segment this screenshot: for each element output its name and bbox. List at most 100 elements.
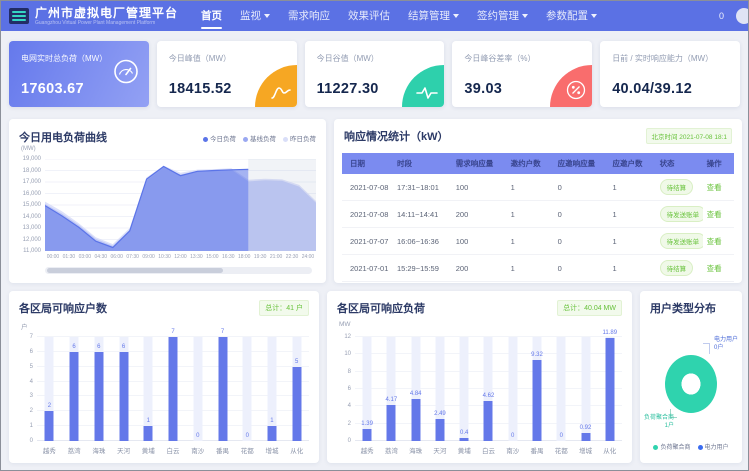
y-tick-label: 18,000 xyxy=(23,168,41,174)
kpi-card-peak-valley-rate: 今日峰谷差率（%） 39.03 xyxy=(452,41,592,107)
user-type-donut[interactable] xyxy=(665,355,717,413)
bar-value-label: 4.17 xyxy=(386,397,398,403)
kpi-card-total-load: 电网实时总负荷（MW） 17603.67 xyxy=(9,41,149,107)
cell-response: 0 xyxy=(554,255,609,282)
percent-icon xyxy=(550,65,592,107)
cell-invited: 1 xyxy=(507,174,554,201)
table-row: 2021-07-0115:29~15:59200101待结算查看 xyxy=(342,255,734,282)
bar-column-9: 1 xyxy=(260,337,285,441)
y-tick-label: 4 xyxy=(30,379,33,385)
pulse-icon xyxy=(402,65,444,107)
column-header: 需求响应量 xyxy=(452,153,507,174)
x-tick-label: 16:30 xyxy=(220,254,236,260)
nav-item-6[interactable]: 参数配置 xyxy=(537,1,606,31)
total-badge: 总计：41 户 xyxy=(259,300,309,316)
bar-column-1: 6 xyxy=(62,337,87,441)
cell-responders: 1 xyxy=(609,201,656,228)
category-label: 番禺 xyxy=(210,445,235,455)
y-tick-label: 1 xyxy=(30,423,33,429)
column-header: 操作 xyxy=(703,153,734,174)
datazoom-slider[interactable] xyxy=(45,267,312,274)
slice-count: 1户 xyxy=(665,423,674,429)
category-label: 白云 xyxy=(476,445,500,455)
y-axis-unit: MW xyxy=(339,321,351,328)
donut-legend-item-0[interactable]: 负荷聚合商 xyxy=(653,442,690,451)
category-label: 南沙 xyxy=(501,445,525,455)
cell-period: 15:29~15:59 xyxy=(393,255,452,282)
cell-date: 2021-07-08 xyxy=(342,201,393,228)
bar-column-7: 9.32 xyxy=(525,337,549,441)
y-tick-label: 0 xyxy=(30,438,33,444)
panel-title: 用户类型分布 xyxy=(650,300,716,316)
load-bar-chart: 0246810121.394.174.842.490.44.6209.3200.… xyxy=(337,335,624,455)
nav-item-3[interactable]: 效果评估 xyxy=(339,1,399,31)
donut-legend-item-1[interactable]: 电力用户 xyxy=(698,442,729,451)
cell-period: 17:31~18:01 xyxy=(393,174,452,201)
nav-item-1[interactable]: 监视 xyxy=(231,1,279,31)
bar-column-2: 6 xyxy=(86,337,111,441)
cell-invited: 1 xyxy=(507,255,554,282)
table-row: 2021-07-0814:11~14:41200101待发送账单查看 xyxy=(342,201,734,228)
cell-responders: 1 xyxy=(609,255,656,282)
status-badge: 待发送账单 xyxy=(660,206,703,222)
kpi-label: 电网实时总负荷（MW） xyxy=(21,53,107,64)
x-tick-label: 19:30 xyxy=(252,254,268,260)
view-link[interactable]: 查看 xyxy=(707,237,722,246)
cell-demand: 200 xyxy=(452,201,507,228)
legend-dot xyxy=(698,445,703,450)
category-label: 花都 xyxy=(549,445,573,455)
category-label: 黄埔 xyxy=(452,445,476,455)
bar-column-0: 2 xyxy=(37,337,62,441)
legend-item-0[interactable]: 今日负荷 xyxy=(203,136,236,143)
category-label: 天河 xyxy=(428,445,452,455)
chevron-down-icon xyxy=(522,14,528,18)
cell-response: 0 xyxy=(554,201,609,228)
kpi-label: 今日谷值（MW） xyxy=(317,53,379,64)
cell-date: 2021-07-07 xyxy=(342,228,393,255)
y-axis: 19,00018,00017,00016,00015,00014,00013,0… xyxy=(13,159,41,251)
x-tick-label: 22:30 xyxy=(284,254,300,260)
bar-value-label: 2 xyxy=(48,403,51,409)
nav-item-0[interactable]: 首页 xyxy=(192,1,231,31)
legend-item-2[interactable]: 昨日负荷 xyxy=(283,136,316,143)
datazoom-range[interactable] xyxy=(47,268,223,273)
nav-item-5[interactable]: 签约管理 xyxy=(468,1,537,31)
x-tick-label: 24:00 xyxy=(300,254,316,260)
y-tick-label: 7 xyxy=(30,334,33,340)
category-label: 荔湾 xyxy=(62,445,87,455)
y-tick-label: 19,000 xyxy=(23,156,41,162)
main-nav: 首页监视需求响应效果评估结算管理签约管理参数配置 xyxy=(192,1,606,31)
bar-value-label: 1.39 xyxy=(361,421,373,427)
view-link[interactable]: 查看 xyxy=(707,264,722,273)
notification-count[interactable]: 0 xyxy=(719,11,724,21)
user-avatar[interactable] xyxy=(736,8,748,24)
legend-dot xyxy=(283,137,288,142)
column-header: 应邀响应量 xyxy=(554,153,609,174)
nav-item-4[interactable]: 结算管理 xyxy=(399,1,468,31)
category-label: 增城 xyxy=(573,445,597,455)
nav-item-2[interactable]: 需求响应 xyxy=(279,1,339,31)
bar-value-label: 1 xyxy=(147,418,150,424)
logo-icon xyxy=(9,8,29,24)
bar-column-9: 0.92 xyxy=(573,337,597,441)
panel-title: 响应情况统计（kW） xyxy=(344,128,449,144)
status-badge: 待结算 xyxy=(660,179,694,195)
panel-title: 今日用电负荷曲线 xyxy=(19,129,107,145)
cell-period: 16:06~16:36 xyxy=(393,228,452,255)
bar-value-label: 0.4 xyxy=(460,430,468,436)
bar-column-5: 7 xyxy=(161,337,186,441)
category-label: 海珠 xyxy=(404,445,428,455)
panel-title: 各区局可响应户数 xyxy=(19,300,107,316)
column-header: 日期 xyxy=(342,153,393,174)
cell-demand: 100 xyxy=(452,174,507,201)
view-link[interactable]: 查看 xyxy=(707,210,722,219)
cell-date: 2021-07-01 xyxy=(342,255,393,282)
bar-column-5: 4.62 xyxy=(476,337,500,441)
load-area-chart xyxy=(45,159,316,251)
x-tick-label: 07:30 xyxy=(125,254,141,260)
view-link[interactable]: 查看 xyxy=(707,183,722,192)
kpi-label: 今日峰谷差率（%） xyxy=(464,53,535,64)
bar-value-label: 7 xyxy=(171,329,174,335)
y-tick-label: 8 xyxy=(348,369,351,375)
legend-item-1[interactable]: 基线负荷 xyxy=(243,136,276,143)
